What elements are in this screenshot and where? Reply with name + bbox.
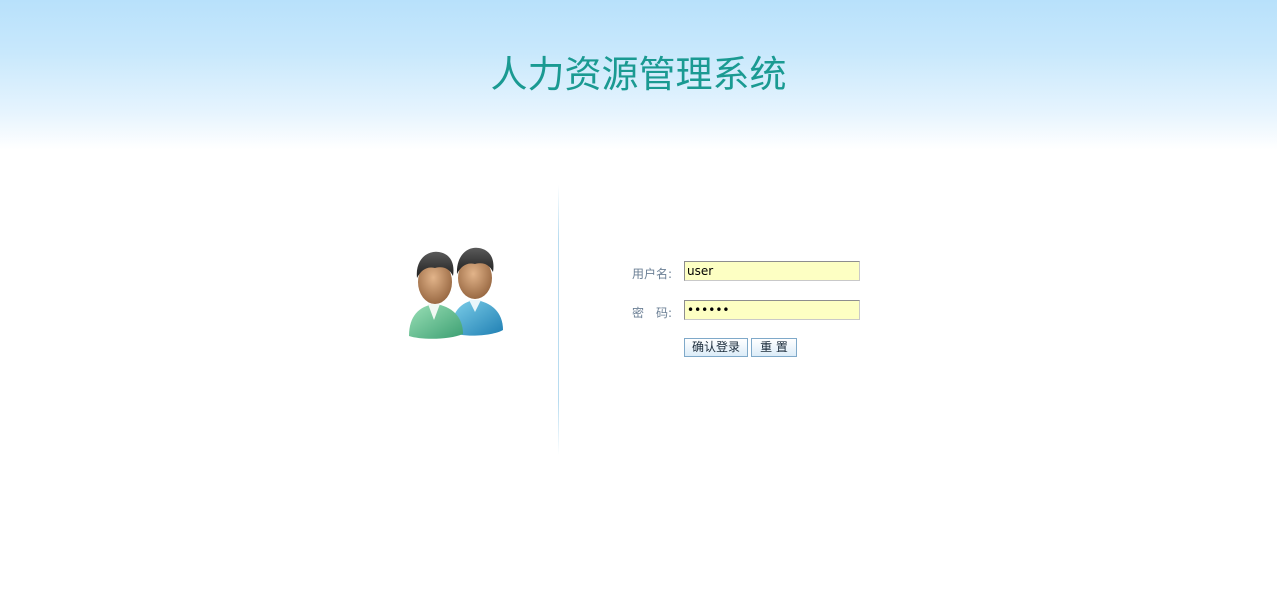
vertical-divider (558, 185, 559, 455)
username-input[interactable] (684, 261, 860, 281)
header-banner: 人力资源管理系统 (0, 0, 1277, 150)
login-button[interactable]: 确认登录 (684, 338, 748, 357)
password-input[interactable] (684, 300, 860, 320)
reset-button[interactable]: 重 置 (751, 338, 797, 357)
password-label: 密 码: (632, 306, 673, 320)
username-label: 用户名: (632, 267, 673, 281)
users-icon (409, 247, 503, 339)
page-title: 人力资源管理系统 (490, 53, 787, 96)
